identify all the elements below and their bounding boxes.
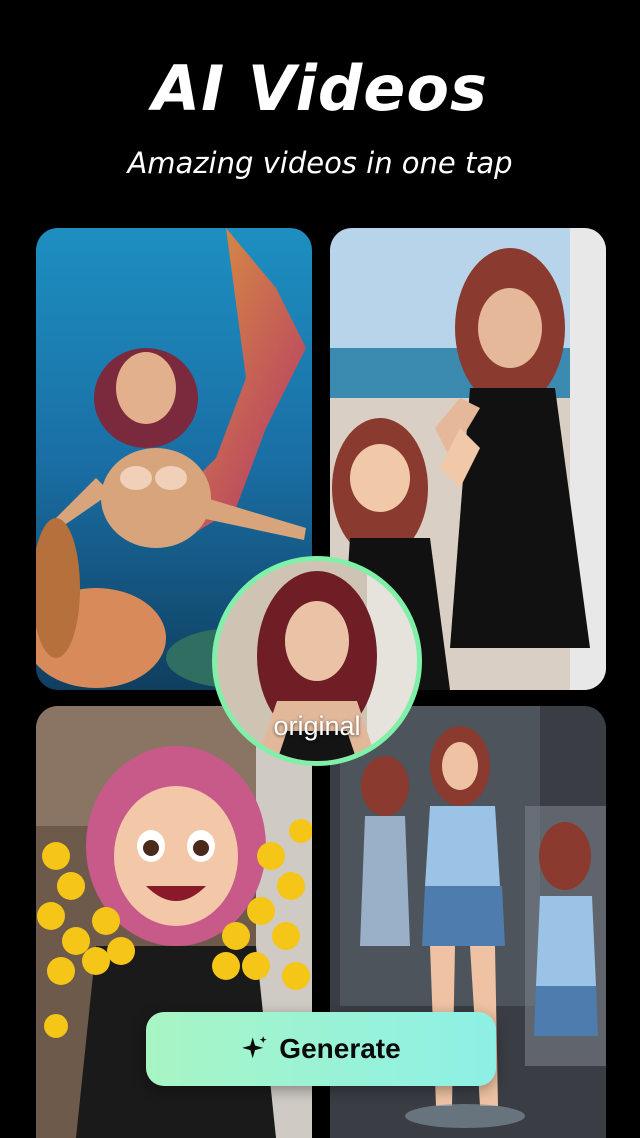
sparkle-icon — [242, 1036, 267, 1059]
page-title: AI Videos — [152, 52, 488, 125]
page-subtitle: Amazing videos in one tap — [127, 146, 513, 180]
original-photo[interactable]: original — [212, 556, 422, 766]
generate-button[interactable]: Generate — [146, 1012, 496, 1086]
original-label: original — [273, 711, 361, 741]
generate-label: Generate — [279, 1033, 401, 1064]
